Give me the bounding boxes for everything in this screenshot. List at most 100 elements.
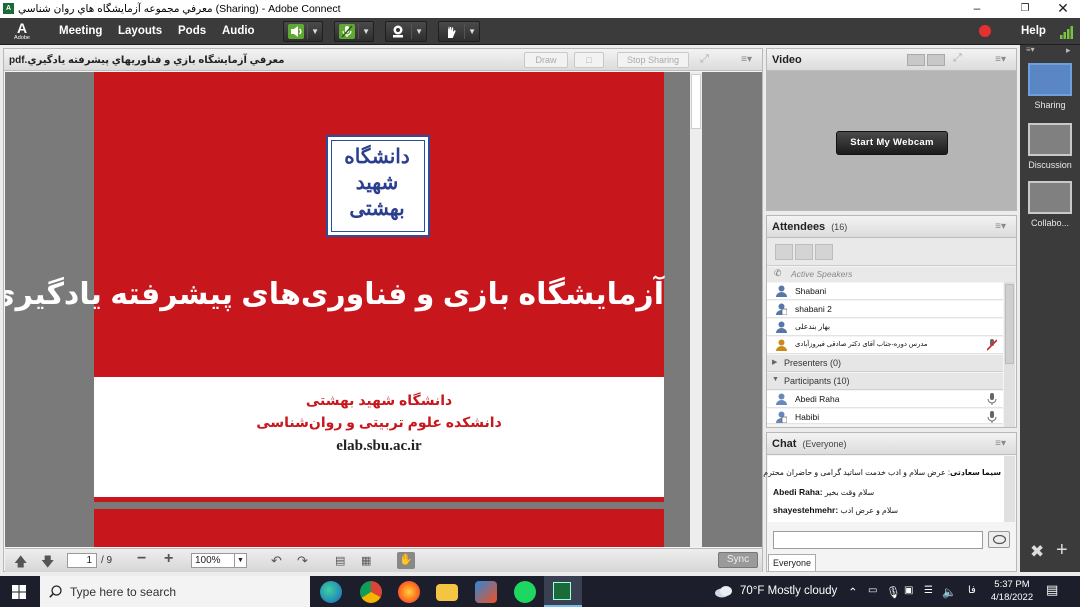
document-toolbar: 🡅 🡇 1 / 9 − + 100% ▼ ↶ ↷ ▤ ▦ ✋ Sync [5, 548, 762, 572]
breakout-rooms-icon[interactable] [795, 244, 813, 260]
fit-width-icon[interactable]: ▤ [335, 554, 345, 567]
device-icon[interactable]: ▭ [868, 585, 877, 596]
participants-group[interactable]: ▼ Participants (10) [767, 373, 1003, 390]
adobe-connect-icon [553, 582, 571, 600]
microphone-icon[interactable]: 🎙 [886, 585, 901, 599]
phone-icon: ✆ [774, 268, 782, 278]
raise-hand-button[interactable]: ▼ [438, 21, 480, 42]
clock-time: 5:37 PM [994, 579, 1030, 590]
filmstrip-view-icon[interactable] [927, 54, 945, 66]
attendee-row[interactable]: Shabani [767, 283, 1003, 300]
layout-label: Collabo... [1030, 218, 1070, 228]
chat-tab-everyone[interactable]: Everyone [768, 554, 816, 571]
pod-menu-icon[interactable]: ≡▾ [995, 54, 1006, 65]
document-viewer[interactable]: دانشگاه شهید بهشتی آزمایشگاه بازی و فناو… [5, 72, 762, 547]
stop-sharing-button[interactable]: Stop Sharing [617, 52, 689, 68]
chat-scrollbar[interactable] [1004, 456, 1015, 522]
wifi-icon[interactable]: ☰ [924, 585, 933, 596]
document-scrollbar[interactable] [690, 72, 702, 547]
volume-icon[interactable]: 🔈 [942, 585, 956, 599]
previous-page-icon[interactable]: 🡅 [14, 553, 27, 575]
status-view-icon[interactable] [815, 244, 833, 260]
speaker-button[interactable]: ▼ [283, 21, 323, 42]
logo-line-3: بهشتی [349, 196, 405, 220]
notifications-icon[interactable]: ▤ [1046, 582, 1058, 598]
pod-menu-icon[interactable]: ≡▾ [995, 221, 1006, 232]
fullscreen-icon[interactable]: ⤢ [953, 52, 962, 65]
add-layout-icon[interactable]: + [1056, 539, 1068, 562]
next-page-icon[interactable]: 🡇 [41, 553, 54, 575]
close-button[interactable]: ✕ [1046, 0, 1080, 18]
attendee-row[interactable]: Habibi [767, 409, 1003, 424]
pod-menu-icon[interactable]: ≡▾ [741, 54, 752, 65]
menu-meeting[interactable]: Meeting [59, 25, 102, 37]
attendees-scrollbar[interactable] [1004, 282, 1015, 427]
camera-icon[interactable]: ▣ [904, 585, 913, 596]
windows-start-icon[interactable] [12, 585, 26, 599]
pod-menu-icon[interactable]: ≡▾ [995, 438, 1006, 449]
shared-file-name: معرفي آزمايشگاه بازي و فناوريهاي پيشرفته… [9, 55, 285, 66]
send-message-button[interactable] [988, 531, 1010, 548]
clock[interactable]: 5:37 PM 4/18/2022 [990, 578, 1034, 604]
minimize-button[interactable]: – [960, 0, 994, 18]
menu-bar: A Adobe Meeting Layouts Pods Audio ▼ ▼ ▼ [0, 18, 1080, 45]
presenters-group[interactable]: ▶ Presenters (0) [767, 355, 1003, 372]
layout-label: Discussion [1028, 160, 1072, 170]
slide-url: elab.sbu.ac.ir [336, 438, 422, 454]
share-pod-header: معرفي آزمايشگاه بازي و فناوريهاي پيشرفته… [4, 49, 762, 71]
search-placeholder: Type here to search [70, 585, 177, 599]
delete-layout-icon[interactable]: ✖ [1030, 542, 1044, 562]
edge-icon[interactable] [320, 581, 342, 603]
microphone-icon [339, 24, 355, 39]
fit-page-icon[interactable]: ▦ [361, 554, 371, 567]
menu-help[interactable]: Help [1021, 25, 1046, 37]
spotify-icon[interactable] [514, 581, 536, 603]
menu-audio[interactable]: Audio [222, 25, 255, 37]
sync-view-button[interactable]: □ [574, 52, 604, 68]
attendee-row[interactable]: مدرس دوره-جناب آقای دکتر صادقی فیروزآباد… [767, 337, 1003, 354]
host-user-icon [776, 303, 787, 315]
menu-pods[interactable]: Pods [178, 25, 206, 37]
zoom-select[interactable]: 100% ▼ [191, 553, 247, 568]
sync-button[interactable]: Sync [718, 552, 758, 568]
draw-button[interactable]: Draw [524, 52, 568, 68]
start-webcam-button[interactable]: Start My Webcam [836, 131, 948, 155]
chat-input[interactable] [773, 531, 983, 549]
language-indicator[interactable]: فا [968, 585, 976, 596]
firefox-icon[interactable] [398, 581, 420, 603]
layout-sharing[interactable]: Sharing [1025, 63, 1075, 110]
maximize-button[interactable]: ❐ [1008, 0, 1042, 18]
rotate-right-icon[interactable]: ↷ [297, 553, 308, 569]
chrome-icon[interactable] [360, 581, 382, 603]
rotate-left-icon[interactable]: ↶ [271, 553, 282, 569]
zoom-out-icon[interactable]: − [137, 550, 146, 568]
zoom-in-icon[interactable]: + [164, 550, 173, 568]
page-number-input[interactable]: 1 [67, 553, 97, 568]
search-icon [49, 585, 62, 598]
collapse-icon[interactable]: ▸ [1066, 45, 1071, 56]
microphone-button[interactable]: ▼ [334, 21, 374, 42]
grid-view-icon[interactable] [907, 54, 925, 66]
layout-discussion[interactable]: Discussion [1025, 123, 1075, 170]
list-view-icon[interactable] [775, 244, 793, 260]
file-explorer-icon[interactable] [436, 584, 458, 601]
webcam-button[interactable]: ▼ [385, 21, 427, 42]
weather-text[interactable]: 70°F Mostly cloudy [740, 585, 837, 597]
adobe-connect-taskbar-button[interactable] [544, 576, 582, 607]
microsoft-store-icon[interactable] [475, 581, 497, 603]
layout-label: Sharing [1034, 100, 1066, 110]
layout-collaboration[interactable]: Collabo... [1025, 181, 1075, 228]
attendee-row[interactable]: Abedi Raha [767, 391, 1003, 408]
attendee-row[interactable]: shabani 2 [767, 301, 1003, 318]
menu-layouts[interactable]: Layouts [118, 25, 162, 37]
record-indicator-icon[interactable] [979, 25, 991, 37]
layouts-bar-menu-icon[interactable]: ≡▾ [1026, 45, 1035, 54]
attendee-row[interactable]: بهار بندعلی [767, 319, 1003, 336]
chat-pod-title: Chat (Everyone) [772, 438, 846, 450]
chevron-down-icon: ▼ [468, 27, 476, 36]
attendees-pod: Attendees (16) ≡▾ ✆ Active Speakers Shaba… [766, 215, 1017, 428]
chevron-up-icon[interactable]: ⌃ [848, 585, 858, 599]
taskbar-search[interactable]: Type here to search [40, 576, 310, 607]
fullscreen-icon[interactable]: ⤢ [700, 53, 709, 66]
pointer-hand-icon[interactable]: ✋ [397, 552, 415, 569]
